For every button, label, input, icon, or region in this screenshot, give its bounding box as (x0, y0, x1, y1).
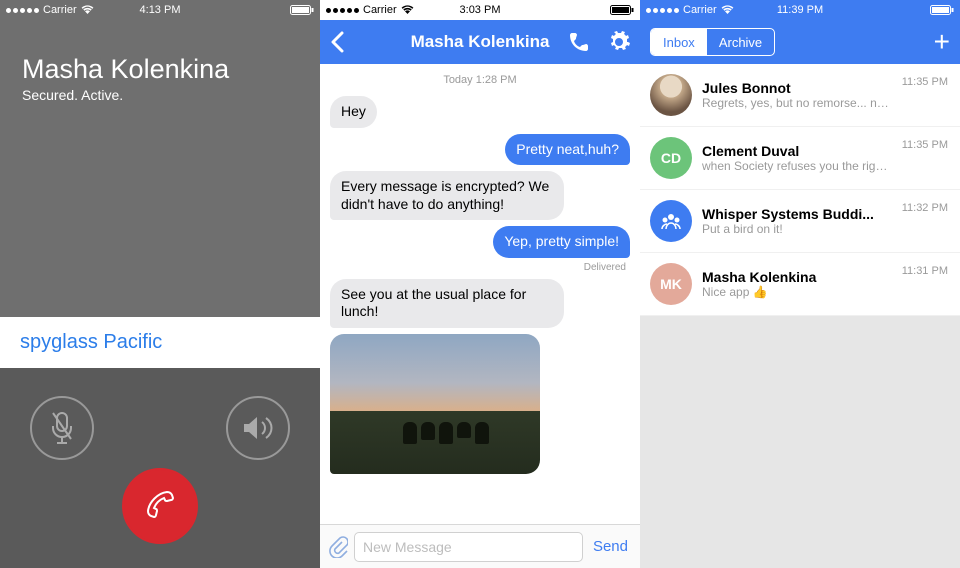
conversation-list[interactable]: Jules Bonnot Regrets, yes, but no remors… (640, 64, 960, 316)
sas-phrase[interactable]: spyglass Pacific (0, 317, 320, 368)
caller-info: Masha Kolenkina Secured. Active. (0, 20, 320, 103)
tab-archive[interactable]: Archive (707, 29, 774, 55)
mic-mute-icon (48, 411, 76, 445)
hangup-button[interactable] (122, 468, 198, 544)
conversation-row[interactable]: Jules Bonnot Regrets, yes, but no remors… (640, 64, 960, 127)
row-preview: when Society refuses you the right to ex… (702, 159, 892, 173)
chat-screen: Carrier 3:03 PM Masha Kolenkina Today 1: (320, 0, 640, 568)
delivered-label: Delivered (584, 262, 630, 273)
row-preview: Nice app 👍 (702, 285, 892, 299)
avatar (650, 74, 692, 116)
row-name: Clement Duval (702, 143, 892, 159)
caller-status: Secured. Active. (22, 87, 298, 103)
send-button[interactable]: Send (589, 538, 632, 555)
row-preview: Regrets, yes, but no remorse... not even (702, 96, 892, 110)
phone-icon (568, 31, 590, 53)
call-screen: Carrier 4:13 PM Masha Kolenkina Secured.… (0, 0, 320, 568)
row-time: 11:35 PM (902, 137, 948, 151)
conversation-row[interactable]: Whisper Systems Buddi... Put a bird on i… (640, 190, 960, 253)
row-time: 11:31 PM (902, 263, 948, 277)
row-text: Masha Kolenkina Nice app 👍 (702, 269, 892, 299)
compose-button[interactable]: + (934, 34, 950, 51)
speaker-icon (241, 414, 275, 442)
message-in[interactable]: Every message is encrypted? We didn't ha… (330, 171, 564, 220)
status-bar: Carrier 4:13 PM (0, 0, 320, 20)
tab-inbox[interactable]: Inbox (651, 29, 707, 55)
chevron-left-icon (330, 31, 344, 53)
spacer (0, 103, 320, 317)
message-out[interactable]: Yep, pretty simple! (493, 226, 630, 258)
avatar (650, 200, 692, 242)
row-text: Clement Duval when Society refuses you t… (702, 143, 892, 173)
row-name: Masha Kolenkina (702, 269, 892, 285)
row-name: Whisper Systems Buddi... (702, 206, 892, 222)
message-out[interactable]: Pretty neat,huh? (505, 134, 630, 166)
day-separator: Today 1:28 PM (330, 74, 630, 86)
row-time: 11:35 PM (902, 74, 948, 88)
settings-button[interactable] (608, 31, 630, 53)
messages-list[interactable]: Today 1:28 PM Hey Pretty neat,huh? Every… (320, 64, 640, 524)
row-preview: Put a bird on it! (702, 222, 892, 236)
message-photo[interactable] (330, 334, 540, 474)
message-in[interactable]: See you at the usual place for lunch! (330, 279, 564, 328)
status-bar: Carrier 11:39 PM (640, 0, 960, 20)
avatar: MK (650, 263, 692, 305)
row-time: 11:32 PM (902, 200, 948, 214)
status-time: 11:39 PM (640, 4, 960, 16)
mute-button[interactable] (30, 396, 94, 460)
chat-navbar: Masha Kolenkina (320, 20, 640, 64)
row-name: Jules Bonnot (702, 80, 892, 96)
conversation-row[interactable]: CD Clement Duval when Society refuses yo… (640, 127, 960, 190)
inbox-screen: Carrier 11:39 PM Inbox Archive + Jules B… (640, 0, 960, 568)
status-time: 4:13 PM (0, 4, 320, 16)
speaker-button[interactable] (226, 396, 290, 460)
message-placeholder: New Message (363, 539, 452, 555)
status-bar: Carrier 3:03 PM (320, 0, 640, 20)
back-button[interactable] (330, 31, 344, 53)
row-text: Whisper Systems Buddi... Put a bird on i… (702, 206, 892, 236)
nav-right (568, 31, 630, 53)
gear-icon (608, 31, 630, 53)
call-controls (0, 368, 320, 568)
attach-button[interactable] (328, 536, 348, 558)
compose-bar: New Message Send (320, 524, 640, 568)
avatar: CD (650, 137, 692, 179)
paperclip-icon (328, 536, 348, 558)
call-button[interactable] (568, 31, 590, 53)
status-time: 3:03 PM (320, 4, 640, 16)
caller-name: Masha Kolenkina (22, 54, 298, 85)
phone-icon (140, 486, 180, 526)
segmented-control: Inbox Archive (650, 28, 775, 56)
message-input[interactable]: New Message (354, 532, 583, 562)
conversation-row[interactable]: MK Masha Kolenkina Nice app 👍 11:31 PM (640, 253, 960, 316)
inbox-navbar: Inbox Archive + (640, 20, 960, 64)
row-text: Jules Bonnot Regrets, yes, but no remors… (702, 80, 892, 110)
photo-content (403, 422, 489, 444)
group-icon (660, 212, 682, 230)
message-in[interactable]: Hey (330, 96, 377, 128)
